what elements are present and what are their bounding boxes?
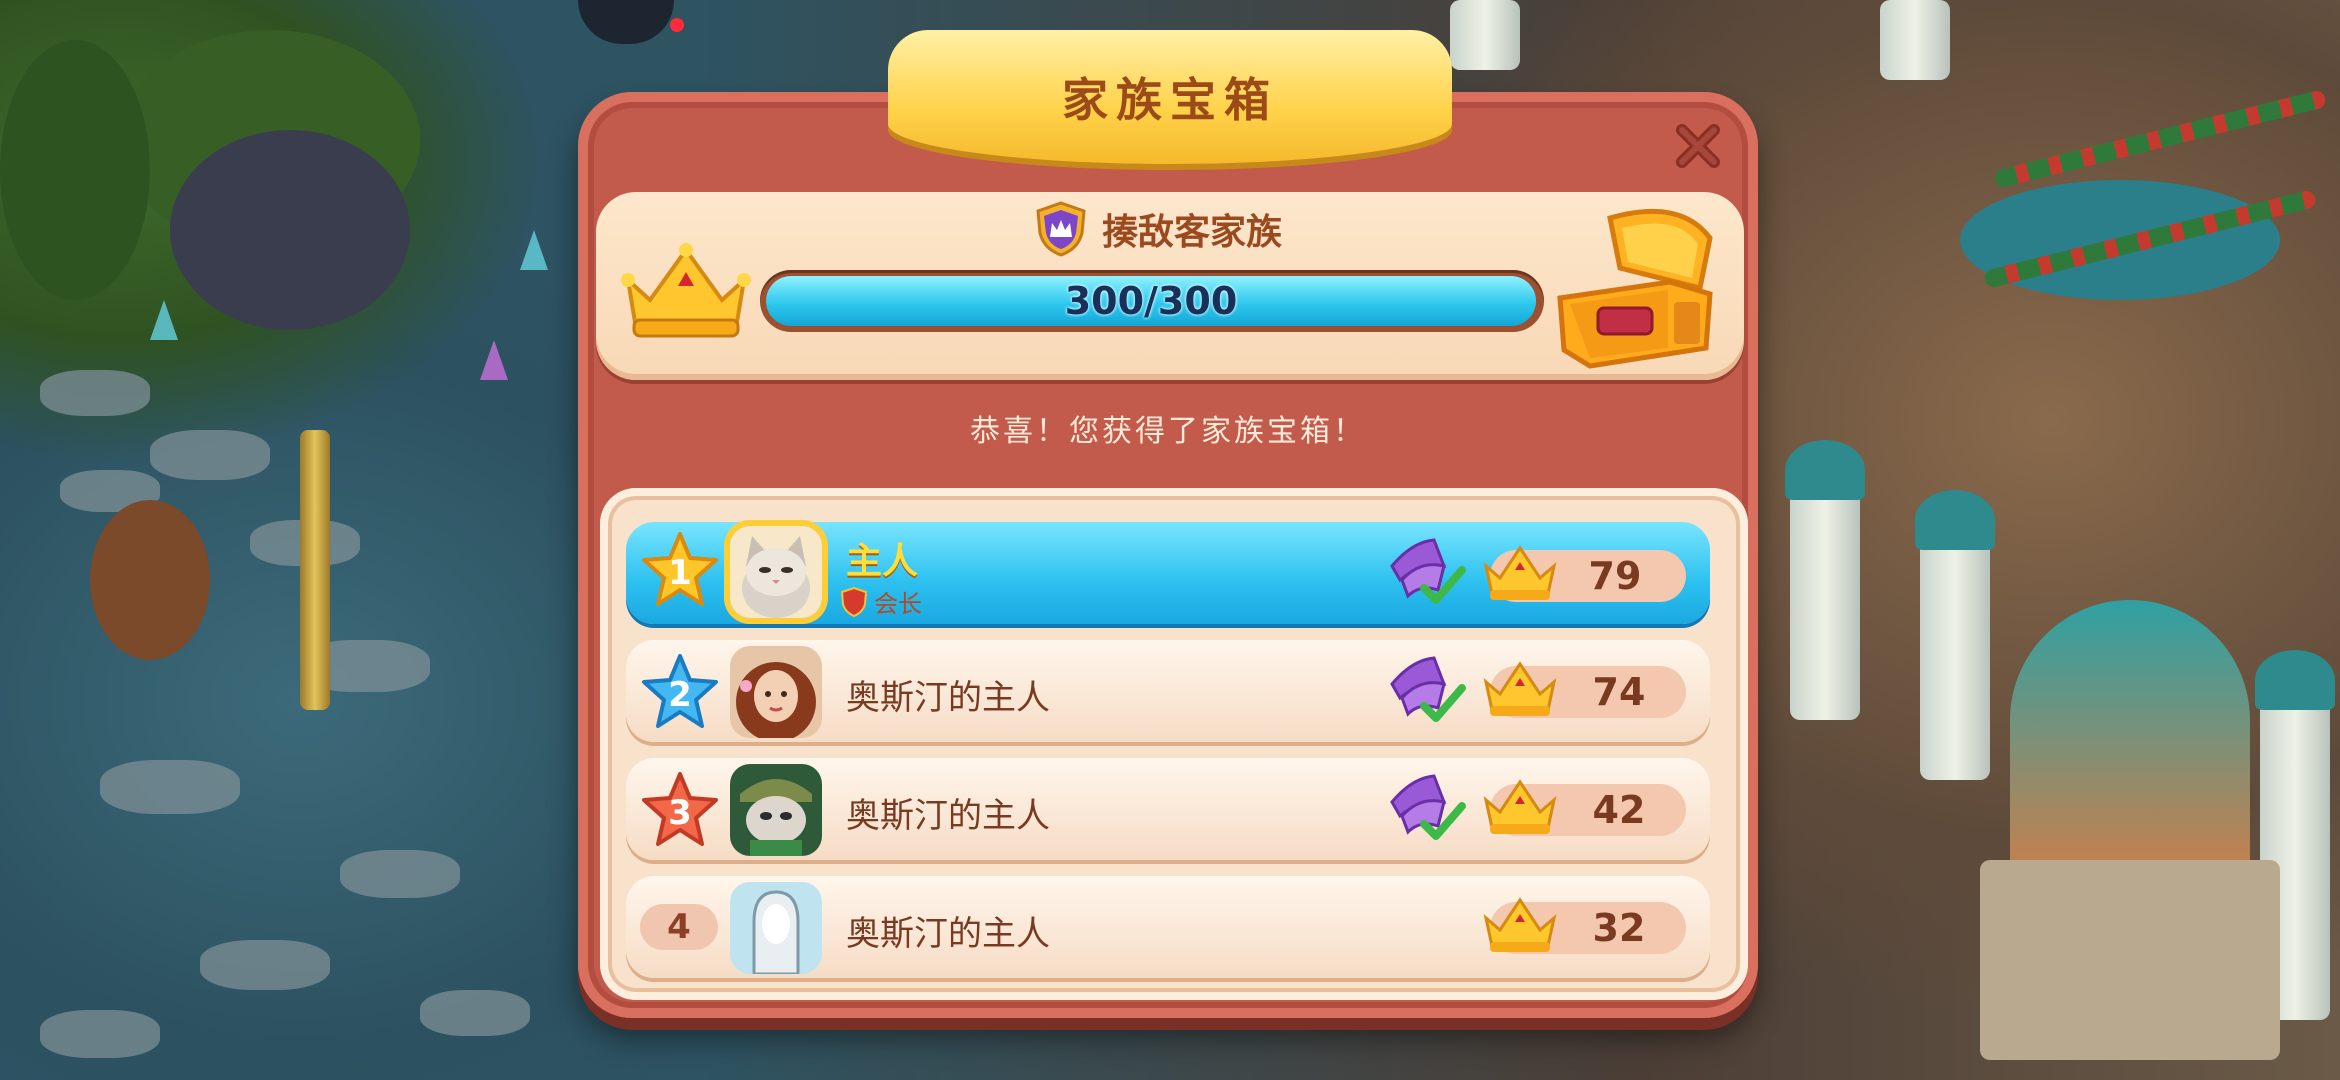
stepping-stone (150, 430, 270, 480)
hedge-bush (0, 40, 150, 300)
lamp-post (300, 430, 330, 710)
task-complete-badge-icon (1390, 538, 1466, 604)
rank-number: 1 (668, 553, 692, 593)
rank-star-icon: 1 (642, 532, 718, 606)
player-name: 奥斯汀的主人 (846, 796, 1050, 836)
pillar (1920, 520, 1990, 780)
pillar (1790, 470, 1860, 720)
player-name: 主人 (846, 541, 919, 582)
dialog-title: 家族宝箱 (1062, 73, 1278, 127)
stepping-stone (100, 760, 240, 814)
rank-number: 2 (668, 675, 692, 715)
rank-number: 4 (640, 904, 718, 950)
close-button[interactable] (1670, 118, 1726, 174)
rank-number: 3 (668, 793, 692, 833)
task-complete-badge-icon (1390, 656, 1466, 722)
cat-avatar-icon (730, 526, 822, 618)
crown-icon (1483, 661, 1557, 716)
avatar[interactable] (730, 526, 822, 618)
congrats-message: 恭喜！您获得了家族宝箱！ (970, 414, 1366, 449)
score-value: 42 (1592, 788, 1646, 832)
crown-icon (1483, 779, 1557, 834)
avatar[interactable] (730, 764, 822, 856)
pillar (1880, 0, 1950, 80)
task-complete-badge-icon (1390, 774, 1466, 840)
camera-notch (578, 0, 674, 44)
treasure-chest-icon[interactable] (1550, 198, 1730, 370)
garland (1992, 89, 2328, 189)
avatar[interactable] (730, 882, 822, 974)
family-name: 揍敌客家族 (1102, 212, 1283, 253)
girl-avatar-icon (730, 646, 822, 738)
stepping-stone (40, 1010, 160, 1058)
crystal (520, 230, 548, 270)
dark-rock (170, 130, 410, 330)
crystal (480, 340, 508, 380)
dialog-title-tab: 家族宝箱 (888, 30, 1452, 164)
score-value: 74 (1592, 670, 1646, 714)
member-role: 会长 (840, 584, 922, 619)
leader-shield-icon (840, 586, 868, 617)
crown-icon (621, 243, 751, 338)
stepping-stone (340, 850, 460, 898)
pillar-dome (1915, 490, 1995, 550)
close-icon (1676, 124, 1720, 168)
chest-progress-text: 300/300 (1064, 279, 1238, 323)
family-name-label: 揍敌客家族 (1034, 200, 1282, 258)
player-name: 奥斯汀的主人 (846, 914, 1050, 954)
stepping-stone (40, 370, 150, 416)
score-value: 79 (1588, 554, 1642, 598)
player-name: 奥斯汀的主人 (846, 678, 1050, 718)
crystal (150, 300, 178, 340)
stone-stairs (1980, 860, 2280, 1060)
pillar-dome (1785, 440, 1865, 500)
pillar-dome (2255, 650, 2335, 710)
lava-stump (90, 500, 210, 660)
pillar (1450, 0, 1520, 70)
stepping-stone (420, 990, 530, 1036)
rank-star-icon: 2 (642, 654, 718, 728)
crown-icon (1483, 545, 1557, 600)
member-role-label: 会长 (874, 590, 922, 618)
camera-indicator (670, 18, 684, 32)
default-avatar-icon (730, 882, 822, 974)
avatar[interactable] (730, 646, 822, 738)
crown-icon (1483, 897, 1557, 952)
score-value: 32 (1592, 906, 1646, 950)
family-shield-icon (1036, 201, 1086, 257)
rank-star-icon: 3 (642, 772, 718, 846)
stepping-stone (200, 940, 330, 990)
explorer-cat-avatar-icon (730, 764, 822, 856)
